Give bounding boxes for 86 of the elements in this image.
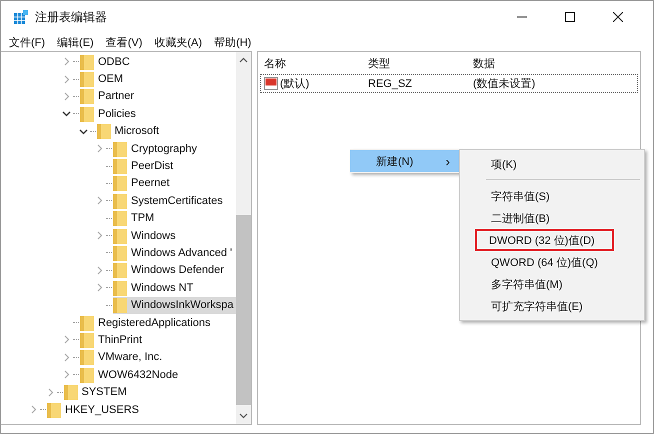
folder-icon (113, 210, 127, 226)
maximize-icon[interactable] (565, 12, 575, 22)
folder-icon (80, 71, 94, 88)
folder-icon (80, 349, 94, 366)
menu-item[interactable]: QWORD (64 位)值(Q) (462, 251, 642, 273)
folder-icon (64, 384, 78, 400)
folder-icon (113, 262, 127, 278)
column-header[interactable]: 名称 (258, 56, 368, 70)
tree-item[interactable]: RegisteredApplications (80, 314, 213, 332)
menu-item[interactable]: 收藏夹(A) (154, 34, 202, 50)
tree-item[interactable]: OEM (80, 70, 126, 88)
folder-icon (113, 228, 127, 244)
chevron-right-icon[interactable] (62, 57, 71, 66)
menu-item[interactable]: 查看(V) (106, 34, 142, 50)
chevron-right-icon[interactable] (95, 283, 104, 292)
chevron-right-icon[interactable] (95, 231, 104, 240)
tree-item[interactable]: Windows NT (113, 279, 196, 296)
window-title: 注册表编辑器 (35, 8, 107, 26)
tree-item[interactable]: ODBC (80, 53, 132, 70)
folder-icon (113, 158, 127, 174)
folder-icon (113, 192, 127, 209)
chevron-right-icon[interactable] (95, 144, 104, 154)
registry-icon (13, 9, 29, 25)
folder-icon (80, 106, 94, 122)
chevron-right-icon[interactable] (29, 405, 38, 414)
tree-item[interactable]: Windows (113, 227, 178, 244)
scrollbar[interactable] (236, 52, 251, 424)
folder-icon (80, 314, 94, 331)
tree-item[interactable]: TPM (113, 210, 156, 227)
scrollbar-thumb[interactable] (236, 215, 251, 405)
tree-item[interactable]: PeerDist (113, 158, 176, 175)
menu-item[interactable]: 多字符串值(M) (462, 273, 642, 295)
folder-icon (80, 88, 94, 104)
string-value-icon (264, 77, 278, 90)
column-header[interactable]: 类型 (368, 56, 473, 70)
chevron-down-icon[interactable] (78, 126, 88, 136)
tree-item[interactable]: SYSTEM (64, 384, 129, 401)
tree-item[interactable]: Windows Advanced ' (113, 244, 234, 262)
tree-item[interactable]: Partner (80, 88, 136, 105)
menu-item[interactable]: 帮助(H) (214, 34, 252, 50)
tree-item[interactable]: HKEY_USERS (47, 401, 141, 418)
column-header[interactable]: 数据 (473, 56, 633, 70)
folder-icon (113, 244, 127, 261)
folder-icon (113, 297, 127, 314)
folder-icon (113, 175, 127, 192)
menu-item[interactable]: 项(K) (462, 153, 642, 175)
folder-icon (96, 123, 110, 140)
tree-item[interactable]: Microsoft (96, 122, 162, 140)
chevron-right-icon[interactable] (95, 196, 104, 206)
tree-item[interactable]: ThinPrint (80, 331, 144, 348)
value-row[interactable]: (默认) REG_SZ (数值未设置) (260, 74, 638, 93)
menu-item[interactable]: 编辑(E) (57, 34, 94, 50)
chevron-down-icon[interactable] (62, 109, 71, 118)
folder-icon (113, 140, 127, 157)
tree-item[interactable]: Cryptography (113, 140, 200, 158)
scroll-up-icon[interactable] (239, 57, 248, 63)
folder-icon (80, 366, 94, 383)
chevron-right-icon[interactable] (46, 388, 54, 397)
chevron-right-icon[interactable] (95, 266, 104, 275)
tree-item[interactable]: Policies (80, 105, 138, 122)
tree-item[interactable]: VMware, Inc. (80, 348, 164, 366)
chevron-right-icon[interactable] (62, 352, 71, 362)
folder-icon (80, 332, 94, 348)
menu-item[interactable]: 二进制值(B) (462, 207, 642, 229)
menu-item[interactable]: 字符串值(S) (462, 185, 642, 207)
value-name: (默认) (280, 77, 310, 91)
menu-item[interactable]: DWORD (32 位)值(D) (475, 229, 614, 251)
folder-icon (80, 54, 94, 70)
chevron-right-icon[interactable] (62, 335, 71, 344)
value-type: REG_SZ (368, 78, 414, 90)
menu-item[interactable]: 文件(F) (9, 34, 46, 50)
folder-icon (113, 280, 127, 296)
chevron-right-icon[interactable] (62, 92, 71, 101)
close-icon[interactable] (613, 12, 623, 22)
tree-item[interactable]: WindowsInkWorkspa (113, 296, 236, 314)
chevron-right-icon[interactable] (62, 74, 71, 84)
menu-item[interactable]: 新建(N) › (350, 150, 460, 172)
tree-item[interactable]: SystemCertificates (113, 192, 225, 210)
menu-item[interactable]: 可扩充字符串值(E) (462, 295, 642, 317)
tree-item[interactable]: Windows Defender (113, 262, 226, 279)
value-data: (数值未设置) (473, 77, 536, 91)
tree-item[interactable]: Peernet (113, 174, 172, 192)
scroll-down-icon[interactable] (239, 413, 248, 419)
chevron-right-icon[interactable] (62, 370, 71, 380)
tree-item[interactable]: WOW6432Node (80, 366, 180, 384)
folder-icon (47, 402, 61, 418)
